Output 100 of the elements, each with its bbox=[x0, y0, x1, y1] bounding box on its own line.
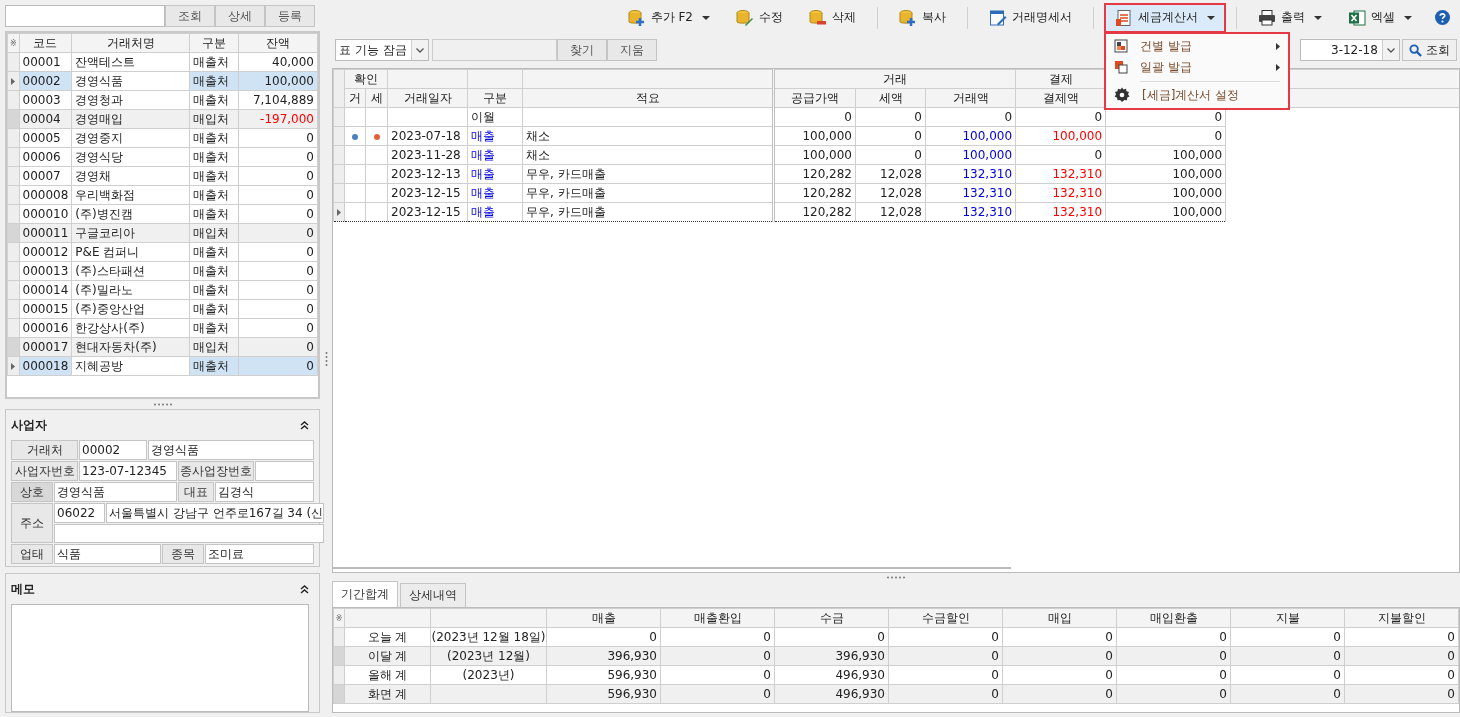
column-header[interactable]: 수금할인 bbox=[888, 608, 1003, 628]
table-cell: 0 bbox=[1230, 627, 1345, 647]
table-lock-dropdown[interactable]: 표 기능 잠금 bbox=[335, 39, 429, 61]
column-header[interactable]: 코드 bbox=[19, 33, 72, 53]
partner-code-field[interactable]: 00002 bbox=[79, 440, 147, 460]
help-icon[interactable] bbox=[1435, 10, 1450, 25]
find-field[interactable] bbox=[431, 39, 557, 61]
column-header[interactable]: 매입 bbox=[1002, 608, 1117, 628]
registration-number-field[interactable]: 123-07-12345 bbox=[79, 461, 177, 481]
branch-number-field[interactable] bbox=[255, 461, 314, 481]
toolbar-button[interactable]: 삭제 bbox=[798, 2, 867, 33]
confirm-cell[interactable] bbox=[344, 202, 366, 222]
table-cell: 12,028 bbox=[855, 202, 926, 222]
table-cell: 매출처 bbox=[189, 299, 239, 319]
search-field[interactable] bbox=[5, 5, 165, 27]
search-bar-button[interactable]: 상세 bbox=[215, 5, 265, 27]
table-cell: 0 bbox=[888, 627, 1003, 647]
dot-icon bbox=[352, 134, 358, 140]
business-item-field[interactable]: 조미료 bbox=[205, 544, 314, 564]
column-header[interactable]: 수금 bbox=[774, 608, 889, 628]
business-type-field[interactable]: 식품 bbox=[54, 544, 161, 564]
date-field[interactable]: 3-12-18 bbox=[1300, 39, 1400, 61]
table-cell: 496,930 bbox=[774, 665, 889, 685]
row-pointer-icon bbox=[11, 362, 16, 370]
table-cell: 0 bbox=[546, 627, 661, 647]
tab[interactable]: 기간합계 bbox=[332, 581, 398, 607]
table-cell: 0 bbox=[238, 185, 318, 205]
confirm-cell[interactable] bbox=[365, 202, 388, 222]
table-cell: 00003 bbox=[19, 90, 72, 110]
table-cell: 우리백화점 bbox=[71, 185, 190, 205]
table-cell: 매출 bbox=[467, 164, 523, 184]
table-cell: 0 bbox=[1015, 107, 1106, 127]
table-cell: 채소 bbox=[526, 128, 550, 143]
table-cell: 100,000 bbox=[773, 145, 856, 165]
toolbar-button[interactable]: 복사 bbox=[888, 2, 957, 33]
table-cell: 0 bbox=[774, 627, 889, 647]
row-header[interactable] bbox=[333, 202, 345, 222]
address-field[interactable]: 서울특별시 강남구 언주로167길 34 (신 bbox=[106, 503, 325, 523]
menu-item[interactable]: [세금]계산서 설정 bbox=[1106, 84, 1288, 106]
table-cell: 132,310 bbox=[1015, 164, 1106, 184]
column-header[interactable]: 지불할인 bbox=[1344, 608, 1459, 628]
column-header[interactable]: 매출 bbox=[546, 608, 661, 628]
row-pointer-icon bbox=[11, 77, 16, 85]
table-cell: 매출처 bbox=[189, 318, 239, 338]
table-cell: 무우, 카드매출 bbox=[526, 166, 606, 181]
table-cell: 0 bbox=[660, 627, 775, 647]
ceo-field[interactable]: 김경식 bbox=[215, 482, 314, 502]
table-cell: 매출처 bbox=[189, 261, 239, 281]
table-cell: 무우, 카드매출 bbox=[526, 204, 606, 219]
zip-code-field[interactable]: 06022 bbox=[54, 503, 105, 523]
menu-item[interactable]: 건별 발급 bbox=[1106, 35, 1288, 57]
splitter-handle-icon[interactable] bbox=[324, 350, 328, 367]
settings-icon bbox=[1114, 87, 1130, 103]
column-header[interactable]: 매출환입 bbox=[660, 608, 775, 628]
table-cell: 132,310 bbox=[925, 202, 1016, 222]
search-button[interactable]: 조회 bbox=[1402, 39, 1457, 61]
search-bar-button[interactable]: 등록 bbox=[265, 5, 315, 27]
table-cell: 0 bbox=[660, 665, 775, 685]
company-field[interactable]: 경영식품 bbox=[54, 482, 177, 502]
chevron-down-icon bbox=[1387, 47, 1395, 53]
table-cell: 2023-07-18 bbox=[391, 129, 461, 143]
find-button[interactable]: 찾기 bbox=[556, 39, 607, 61]
address-detail-field[interactable] bbox=[54, 524, 325, 543]
toolbar-button[interactable]: 세금계산서 bbox=[1104, 2, 1226, 33]
splitter-handle-icon[interactable] bbox=[886, 575, 906, 579]
column-header[interactable]: 지불 bbox=[1230, 608, 1345, 628]
column-header[interactable]: 잔액 bbox=[238, 33, 318, 53]
menu-item[interactable]: 일괄 발급 bbox=[1106, 56, 1288, 78]
database-copy-icon bbox=[899, 8, 917, 27]
memo-field[interactable] bbox=[11, 604, 309, 712]
clear-button[interactable]: 지움 bbox=[606, 39, 657, 61]
table-cell: P&E 컴퍼니 bbox=[71, 242, 190, 262]
column-header[interactable]: 구분 bbox=[189, 33, 239, 53]
table-cell: 경영청과 bbox=[71, 90, 190, 110]
field-label: 업태 bbox=[11, 544, 53, 564]
table-cell: 00007 bbox=[19, 166, 72, 186]
search-bar-button[interactable]: 조회 bbox=[165, 5, 215, 27]
toolbar-button[interactable]: 거래명세서 bbox=[978, 2, 1083, 33]
table-cell: 100,000 bbox=[925, 145, 1016, 165]
tab[interactable]: 상세내역 bbox=[400, 583, 466, 607]
database-add-icon bbox=[627, 8, 646, 27]
submenu-arrow-icon bbox=[1276, 63, 1280, 71]
table-cell: 0 bbox=[238, 204, 318, 224]
toolbar-button[interactable]: 출력 bbox=[1247, 2, 1333, 33]
table-cell: 잔액테스트 bbox=[71, 52, 190, 72]
toolbar-button[interactable]: 엑셀 bbox=[1337, 2, 1423, 33]
collapse-icon[interactable] bbox=[300, 584, 309, 594]
collapse-icon[interactable] bbox=[300, 420, 309, 430]
table-cell: 0 bbox=[238, 242, 318, 262]
column-header[interactable]: 거래처명 bbox=[71, 33, 190, 53]
toolbar-button[interactable]: 수정 bbox=[725, 2, 794, 33]
table-cell: 000014 bbox=[19, 280, 72, 300]
splitter-handle-icon[interactable] bbox=[152, 402, 173, 406]
table-cell: 경영채 bbox=[71, 166, 190, 186]
table-cell: 0 bbox=[238, 299, 318, 319]
column-header[interactable]: 매입환출 bbox=[1116, 608, 1231, 628]
partner-name-field[interactable]: 경영식품 bbox=[148, 440, 314, 460]
table-cell: 2023-12-15 bbox=[391, 205, 461, 219]
row-pointer-icon bbox=[337, 208, 341, 216]
toolbar-button[interactable]: 추가 F2 bbox=[616, 2, 721, 33]
